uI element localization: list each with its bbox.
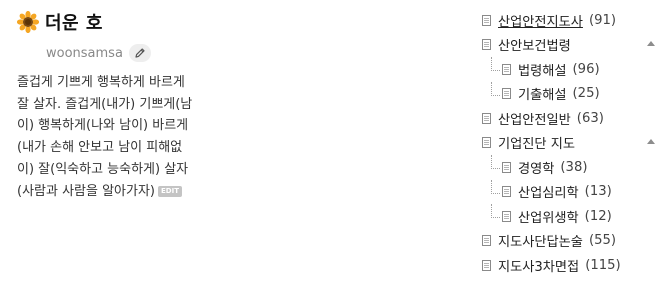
name-row: 더운 호: [16, 8, 257, 36]
category-count: (25): [572, 86, 600, 102]
tree-line: [491, 204, 500, 218]
category-item[interactable]: 산업안전지도사 (91): [482, 8, 657, 33]
category-count: (38): [560, 159, 588, 175]
category-count: (55): [588, 233, 617, 249]
blog-intro: 즐겁게 기쁘게 행복하게 바르게 잘 살자. 즐겁게(내가) 기쁘게(남이) 행…: [17, 72, 199, 202]
category-label[interactable]: 지도사단답논술: [498, 231, 583, 250]
document-icon: [482, 112, 491, 124]
category-subitem[interactable]: 기출해설 (25): [482, 81, 657, 107]
category-item[interactable]: 기업진단 지도: [482, 131, 657, 156]
category-label[interactable]: 산업위생학: [518, 207, 579, 226]
category-count: (13): [584, 184, 612, 200]
category-item[interactable]: 산업안전일반 (63): [482, 106, 657, 131]
document-icon: [502, 210, 511, 222]
category-item[interactable]: 산안보건법령: [482, 33, 657, 58]
category-label[interactable]: 산업안전일반: [498, 109, 571, 128]
category-label[interactable]: 경영학: [518, 158, 554, 177]
category-count: (91): [588, 12, 617, 28]
category-count: (96): [572, 61, 600, 77]
category-label[interactable]: 기출해설: [518, 84, 567, 103]
document-icon: [502, 63, 511, 75]
document-icon: [502, 88, 511, 100]
document-icon: [502, 161, 511, 173]
category-label[interactable]: 산업안전지도사: [498, 11, 583, 30]
category-item[interactable]: 지도사단답논술 (55): [482, 229, 657, 254]
blog-intro-text: 즐겁게 기쁘게 행복하게 바르게 잘 살자. 즐겁게(내가) 기쁘게(남이) 행…: [17, 75, 193, 199]
blog-nickname: 더운 호: [45, 13, 103, 34]
category-list: 산업안전지도사 (91) 산안보건법령 법령해설 (96) 기출해설 (25) 산업안전일반 (…: [482, 8, 657, 278]
tree-line: [491, 155, 500, 169]
blog-id-row: woonsamsa: [17, 42, 257, 64]
category-count: (63): [576, 110, 604, 126]
category-label[interactable]: 산업심리학: [518, 182, 579, 201]
category-label[interactable]: 기업진단 지도: [498, 133, 575, 152]
tree-line: [491, 57, 500, 71]
category-count: (12): [584, 208, 612, 224]
category-count: (115): [585, 257, 621, 273]
tree-line: [491, 179, 500, 194]
document-icon: [482, 259, 491, 271]
document-icon: [482, 39, 491, 51]
category-label[interactable]: 법령해설: [518, 60, 567, 79]
category-item[interactable]: 지도사3차면접 (115): [482, 253, 657, 278]
tree-line: [491, 81, 500, 96]
blog-id: woonsamsa: [46, 45, 123, 61]
pencil-icon: [135, 48, 145, 58]
document-icon: [482, 14, 491, 26]
category-subitem[interactable]: 법령해설 (96): [482, 57, 657, 82]
category-label[interactable]: 지도사3차면접: [498, 256, 579, 275]
edit-intro-badge[interactable]: EDIT: [158, 185, 182, 197]
category-label[interactable]: 산안보건법령: [498, 35, 571, 54]
category-subitem[interactable]: 산업위생학 (12): [482, 204, 657, 229]
category-subitem[interactable]: 산업심리학 (13): [482, 179, 657, 205]
collapse-toggle-icon[interactable]: [647, 138, 655, 144]
document-icon: [502, 186, 511, 198]
edit-profile-button[interactable]: [128, 44, 151, 62]
collapse-toggle-icon[interactable]: [647, 40, 655, 46]
document-icon: [482, 137, 491, 149]
sunflower-icon: [16, 10, 40, 34]
document-icon: [482, 235, 491, 247]
profile-section: 더운 호 woonsamsa 즐겁게 기쁘게 행복하게 바르게 잘 살자. 즐겁…: [16, 8, 257, 202]
category-subitem[interactable]: 경영학 (38): [482, 155, 657, 180]
